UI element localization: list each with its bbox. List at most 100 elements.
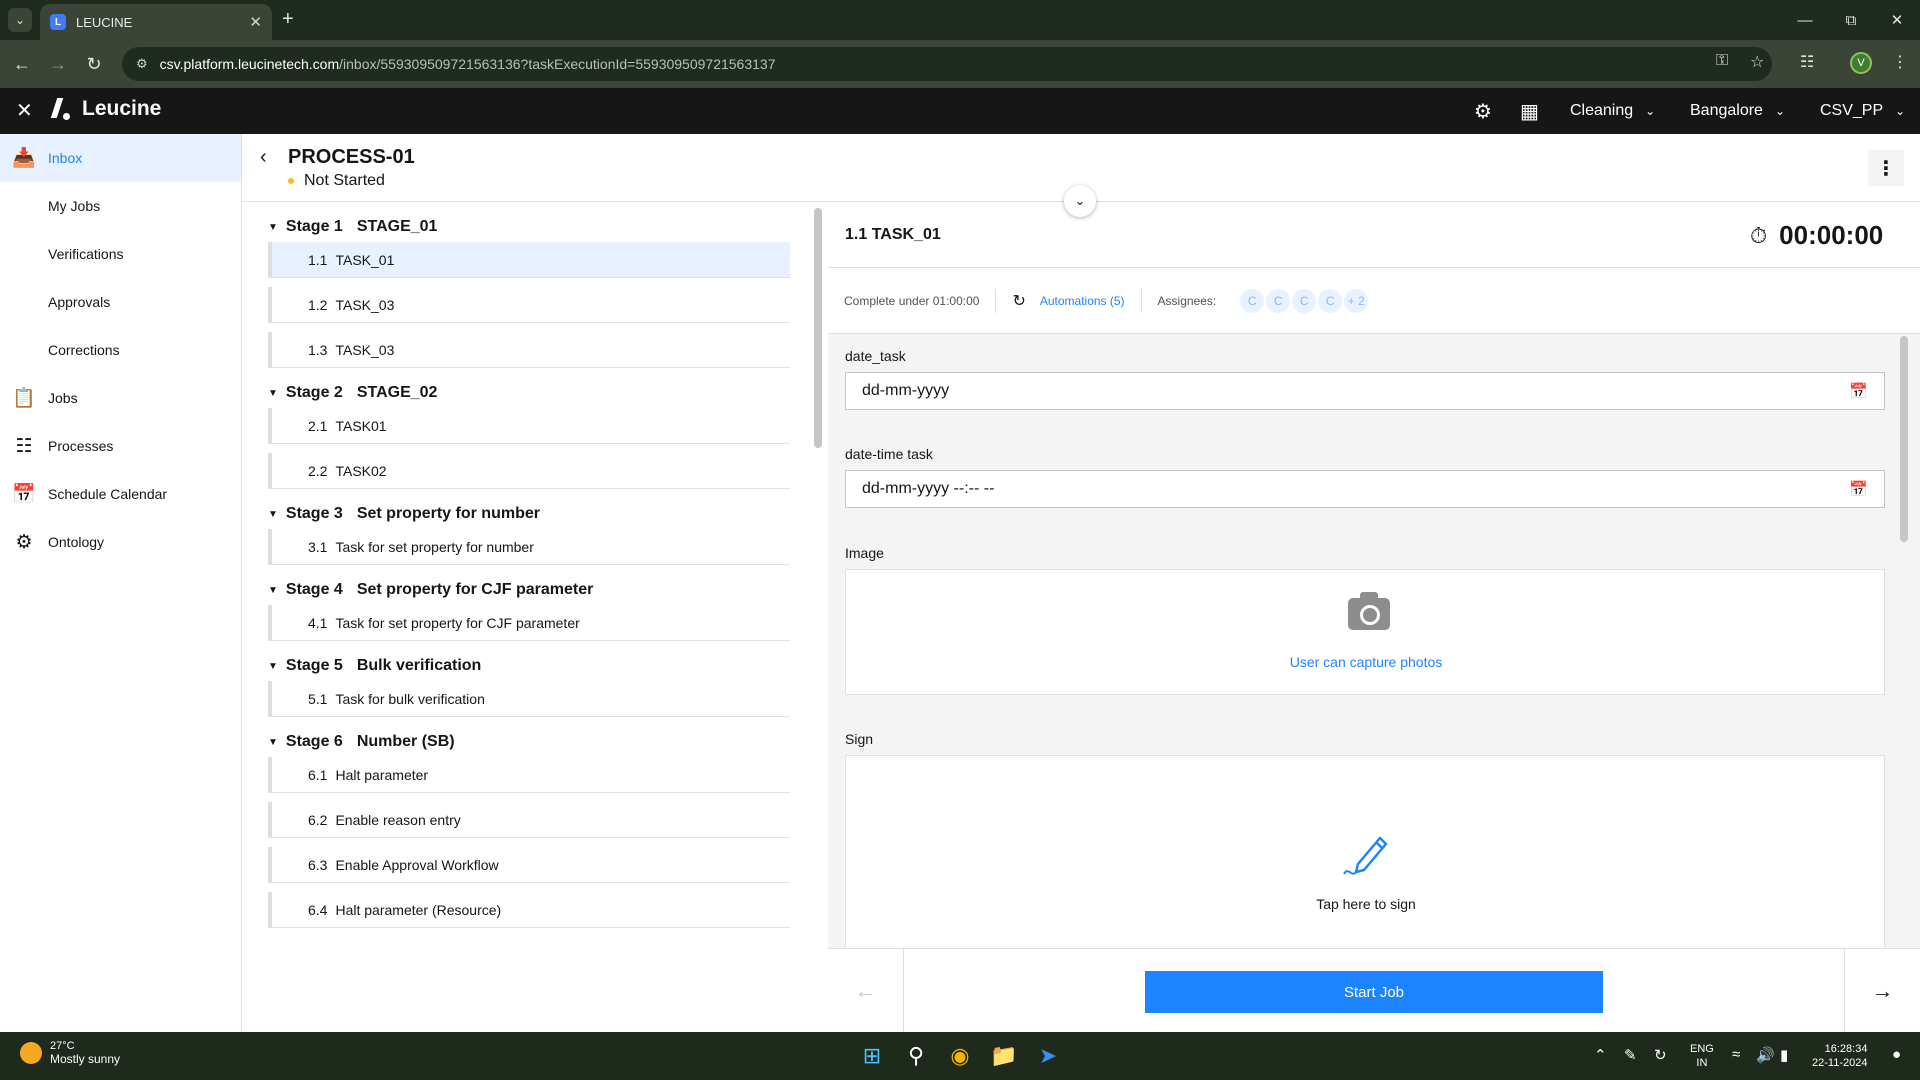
- task-item[interactable]: 6.3 Enable Approval Workflow: [268, 847, 790, 883]
- notification-icon[interactable]: ●: [1892, 1046, 1901, 1063]
- task-item[interactable]: 2.1 TASK01: [268, 408, 790, 444]
- calendar-icon[interactable]: 📅: [1849, 382, 1868, 400]
- task-item[interactable]: 1.3 TASK_03: [268, 332, 790, 368]
- wifi-icon[interactable]: ≈: [1732, 1046, 1740, 1063]
- tab-search-chevron-icon[interactable]: ⌄: [8, 8, 32, 32]
- image-capture-hint[interactable]: User can capture photos: [846, 654, 1886, 670]
- sidebar-item-processes[interactable]: ☷ Processes: [0, 422, 241, 470]
- date-task-input[interactable]: dd-mm-yyyy 📅: [845, 372, 1885, 410]
- next-task-arrow-icon[interactable]: →: [1844, 949, 1920, 1033]
- windows-start-icon[interactable]: ⊞: [856, 1040, 888, 1072]
- avatar-overflow[interactable]: + 2: [1342, 286, 1371, 315]
- scan-icon[interactable]: ▦: [1520, 99, 1539, 124]
- signature-area[interactable]: Tap here to sign: [845, 755, 1885, 948]
- stage-number: Stage 3: [285, 505, 343, 522]
- use-case-dropdown[interactable]: Cleaning ⌄: [1570, 102, 1655, 120]
- date-time-task-input[interactable]: dd-mm-yyyy --:-- -- 📅: [845, 470, 1885, 508]
- image-capture-area[interactable]: User can capture photos: [845, 569, 1885, 695]
- sidebar-item-jobs[interactable]: 📋 Jobs: [0, 374, 241, 422]
- search-icon[interactable]: ⚲: [900, 1040, 932, 1072]
- system-clock[interactable]: 16:28:34 22-11-2024: [1812, 1042, 1867, 1070]
- forward-icon[interactable]: →: [46, 52, 70, 76]
- date-time-task-placeholder: dd-mm-yyyy --:-- --: [862, 480, 995, 497]
- file-explorer-icon[interactable]: 📁: [988, 1040, 1020, 1072]
- stage-header[interactable]: ▼ Stage 3 Set property for number: [268, 489, 790, 529]
- timer-value: 00:00:00: [1779, 220, 1884, 250]
- collapse-header-button[interactable]: ⌄: [1064, 185, 1096, 217]
- volume-icon[interactable]: 🔊: [1756, 1046, 1775, 1064]
- task-panel-scrollbar[interactable]: [1900, 336, 1908, 542]
- sidebar-item-verifications[interactable]: Verifications: [0, 230, 241, 278]
- back-icon[interactable]: ←: [10, 52, 34, 76]
- new-tab-button[interactable]: +: [282, 9, 294, 29]
- language-indicator[interactable]: ENG IN: [1690, 1042, 1714, 1070]
- automations[interactable]: ↻ Automations (5): [996, 288, 1142, 313]
- organization-dropdown[interactable]: CSV_PP ⌄: [1820, 102, 1905, 120]
- task-number: 6.3: [308, 856, 328, 873]
- app-header: ✕ Leucine ⚙ ▦ Cleaning ⌄ Bangalore ⌄ CSV…: [0, 88, 1920, 134]
- window-close-button[interactable]: ✕: [1874, 0, 1920, 40]
- more-options-button[interactable]: ⋮: [1868, 150, 1904, 186]
- sidebar-item-inbox[interactable]: 📥 Inbox: [0, 134, 241, 182]
- sidebar-item-ontology[interactable]: ⚙ Ontology: [0, 518, 241, 566]
- previous-task-arrow-icon[interactable]: ←: [828, 949, 904, 1033]
- stage-header[interactable]: ▼ Stage 2 STAGE_02: [268, 368, 790, 408]
- task-item[interactable]: 2.2 TASK02: [268, 453, 790, 489]
- task-item[interactable]: 5.1 Task for bulk verification: [268, 681, 790, 717]
- avatar[interactable]: C: [1264, 286, 1293, 315]
- pen-menu-icon[interactable]: ✎: [1624, 1046, 1637, 1064]
- caret-down-icon: ▼: [268, 584, 278, 596]
- task-item[interactable]: 3.1 Task for set property for number: [268, 529, 790, 565]
- profile-avatar[interactable]: V: [1850, 52, 1872, 74]
- task-item[interactable]: 6.4 Halt parameter (Resource): [268, 892, 790, 928]
- tab-close-icon[interactable]: ✕: [249, 13, 262, 31]
- restore-button[interactable]: ⧉: [1828, 0, 1874, 40]
- calendar-icon[interactable]: 📅: [1849, 480, 1868, 498]
- task-item[interactable]: 1.2 TASK_03: [268, 287, 790, 323]
- sidebar-item-schedule-calendar[interactable]: 📅 Schedule Calendar: [0, 470, 241, 518]
- site-info-icon[interactable]: ⚙: [136, 56, 148, 72]
- avatar[interactable]: C: [1290, 286, 1319, 315]
- reload-icon[interactable]: ↻: [82, 52, 106, 76]
- clock-time: 16:28:34: [1824, 1043, 1868, 1055]
- stage-header[interactable]: ▼ Stage 1 STAGE_01: [268, 202, 790, 242]
- stage-header[interactable]: ▼ Stage 4 Set property for CJF parameter: [268, 565, 790, 605]
- clock-date: 22-11-2024: [1812, 1057, 1868, 1069]
- back-chevron-icon[interactable]: ‹: [260, 146, 267, 169]
- browser-tab[interactable]: L LEUCINE ✕: [40, 4, 272, 40]
- sidebar-item-my-jobs[interactable]: My Jobs: [0, 182, 241, 230]
- start-job-button[interactable]: Start Job: [1145, 971, 1603, 1013]
- automations-link[interactable]: Automations (5): [1040, 294, 1125, 308]
- avatar[interactable]: C: [1238, 286, 1267, 315]
- task-item[interactable]: 1.1 TASK_01: [268, 242, 790, 278]
- stage-header[interactable]: ▼ Stage 6 Number (SB): [268, 717, 790, 757]
- task-item[interactable]: 6.1 Halt parameter: [268, 757, 790, 793]
- sidebar-item-corrections[interactable]: Corrections: [0, 326, 241, 374]
- power-automate-icon[interactable]: ➤: [1032, 1040, 1064, 1072]
- show-hidden-icons-icon[interactable]: ⌃: [1594, 1046, 1607, 1064]
- bookmark-star-icon[interactable]: ☆: [1750, 52, 1764, 72]
- sidebar-item-approvals[interactable]: Approvals: [0, 278, 241, 326]
- settings-gear-icon[interactable]: ⚙: [1474, 99, 1492, 124]
- minimize-button[interactable]: —: [1782, 0, 1828, 40]
- address-bar[interactable]: ⚙ csv.platform.leucinetech.com/inbox/559…: [122, 47, 1772, 81]
- avatar[interactable]: C: [1316, 286, 1345, 315]
- close-icon[interactable]: ✕: [16, 98, 33, 123]
- sync-icon[interactable]: ↻: [1654, 1046, 1667, 1064]
- battery-icon[interactable]: ▮: [1780, 1046, 1788, 1064]
- extensions-icon[interactable]: ☷: [1800, 52, 1814, 72]
- browser-menu-icon[interactable]: ⋮: [1892, 52, 1908, 72]
- facility-dropdown[interactable]: Bangalore ⌄: [1690, 102, 1785, 120]
- task-name: Task for set property for number: [335, 538, 534, 555]
- chrome-icon[interactable]: ◉: [944, 1040, 976, 1072]
- weather-widget[interactable]: 27°C Mostly sunny: [20, 1040, 120, 1066]
- task-item[interactable]: 6.2 Enable reason entry: [268, 802, 790, 838]
- os-taskbar: 27°C Mostly sunny ⊞ ⚲ ◉ 📁 ➤ ⌃ ✎ ↻ ENG IN…: [0, 1032, 1920, 1080]
- stage-name: Set property for number: [356, 505, 540, 522]
- task-item[interactable]: 4.1 Task for set property for CJF parame…: [268, 605, 790, 641]
- key-icon[interactable]: ⚿: [1716, 52, 1728, 70]
- stage-list-scrollbar[interactable]: [814, 208, 822, 448]
- assignee-avatars[interactable]: C C C C + 2: [1238, 286, 1371, 315]
- favicon-icon: L: [50, 14, 66, 30]
- stage-header[interactable]: ▼ Stage 5 Bulk verification: [268, 641, 790, 681]
